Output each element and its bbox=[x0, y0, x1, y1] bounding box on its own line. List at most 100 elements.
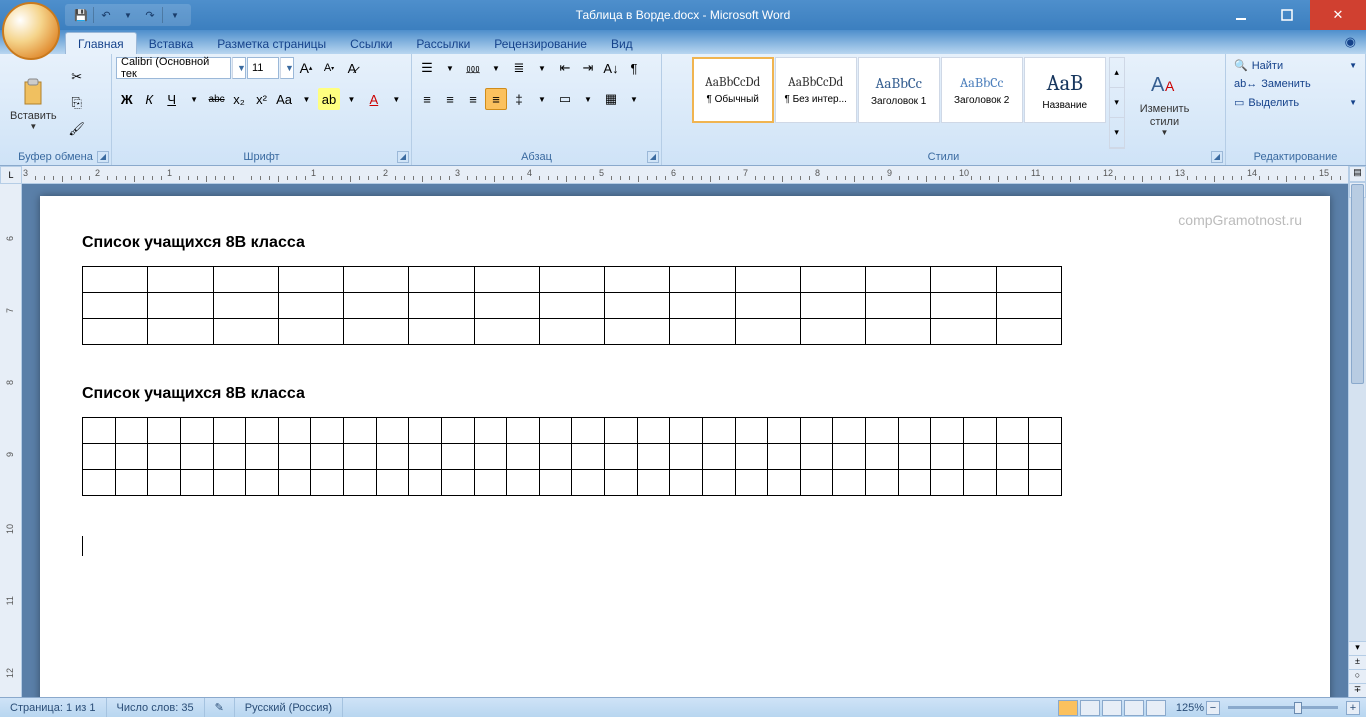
table-cell[interactable] bbox=[539, 319, 604, 345]
table-cell[interactable] bbox=[539, 418, 572, 444]
table-cell[interactable] bbox=[474, 319, 539, 345]
table-cell[interactable] bbox=[735, 319, 800, 345]
table-cell[interactable] bbox=[735, 444, 768, 470]
font-size-arrow[interactable]: ▼ bbox=[280, 57, 294, 79]
status-proofing-icon[interactable]: ✎ bbox=[205, 698, 235, 717]
tab-page-layout[interactable]: Разметка страницы bbox=[205, 33, 338, 54]
cut-button[interactable]: ✂ bbox=[66, 66, 88, 88]
table-cell[interactable] bbox=[702, 444, 735, 470]
table-cell[interactable] bbox=[702, 470, 735, 496]
justify-button[interactable]: ≡ bbox=[485, 88, 507, 110]
paragraph-launcher[interactable]: ◢ bbox=[647, 151, 659, 163]
table-cell[interactable] bbox=[409, 444, 442, 470]
table-cell[interactable] bbox=[148, 293, 213, 319]
table-cell[interactable] bbox=[507, 418, 540, 444]
table-cell[interactable] bbox=[898, 470, 931, 496]
style-item-0[interactable]: AaBbCcDd¶ Обычный bbox=[692, 57, 774, 123]
table-cell[interactable] bbox=[605, 293, 670, 319]
multilevel-button[interactable]: ≣ bbox=[508, 57, 530, 79]
browse-object[interactable]: ○ bbox=[1349, 669, 1366, 683]
table-cell[interactable] bbox=[539, 444, 572, 470]
qat-undo-more[interactable]: ▼ bbox=[118, 6, 138, 24]
table-cell[interactable] bbox=[768, 418, 801, 444]
grow-font-button[interactable]: A▴ bbox=[295, 57, 317, 79]
table-cell[interactable] bbox=[409, 293, 474, 319]
table-cell[interactable] bbox=[605, 267, 670, 293]
align-left-button[interactable]: ≡ bbox=[416, 88, 438, 110]
sort-button[interactable]: A↓ bbox=[600, 57, 622, 79]
table-cell[interactable] bbox=[735, 418, 768, 444]
italic-button[interactable]: К bbox=[138, 88, 159, 110]
table-cell[interactable] bbox=[376, 470, 409, 496]
close-button[interactable]: ✕ bbox=[1310, 0, 1366, 30]
table-cell[interactable] bbox=[278, 470, 311, 496]
scroll-thumb[interactable] bbox=[1351, 184, 1364, 384]
shrink-font-button[interactable]: A▾ bbox=[318, 57, 340, 79]
select-button[interactable]: ▭ Выделить ▼ bbox=[1230, 94, 1361, 111]
font-name-combo[interactable]: Calibri (Основной тек bbox=[116, 57, 231, 79]
table-cell[interactable] bbox=[800, 293, 865, 319]
scroll-down[interactable]: ▾ bbox=[1349, 641, 1366, 655]
table-cell[interactable] bbox=[311, 470, 344, 496]
table-cell[interactable] bbox=[441, 418, 474, 444]
table-cell[interactable] bbox=[931, 293, 996, 319]
table-cell[interactable] bbox=[963, 444, 996, 470]
table-cell[interactable] bbox=[996, 418, 1029, 444]
change-case-button[interactable]: Aa bbox=[273, 88, 294, 110]
zoom-out-button[interactable]: − bbox=[1206, 701, 1220, 715]
strike-button[interactable]: abc bbox=[206, 88, 227, 110]
tab-insert[interactable]: Вставка bbox=[137, 33, 206, 54]
table-cell[interactable] bbox=[539, 293, 604, 319]
table-cell[interactable] bbox=[148, 444, 181, 470]
table-cell[interactable] bbox=[670, 267, 735, 293]
table-cell[interactable] bbox=[572, 470, 605, 496]
line-spacing-button[interactable]: ‡ bbox=[508, 88, 530, 110]
zoom-thumb[interactable] bbox=[1294, 702, 1302, 714]
find-button[interactable]: 🔍 Найти ▼ bbox=[1230, 57, 1361, 74]
qat-save-icon[interactable]: 💾 bbox=[71, 6, 91, 24]
font-color-button[interactable]: A bbox=[363, 88, 384, 110]
table-cell[interactable] bbox=[866, 444, 899, 470]
table-cell[interactable] bbox=[311, 418, 344, 444]
next-page[interactable]: ∓ bbox=[1349, 683, 1366, 697]
table-cell[interactable] bbox=[898, 418, 931, 444]
table-cell[interactable] bbox=[800, 267, 865, 293]
table-cell[interactable] bbox=[605, 444, 638, 470]
table-cell[interactable] bbox=[278, 293, 343, 319]
subscript-button[interactable]: x₂ bbox=[228, 88, 249, 110]
table-cell[interactable] bbox=[572, 444, 605, 470]
table-cell[interactable] bbox=[441, 444, 474, 470]
numbering-button[interactable]: ⅏ bbox=[462, 57, 484, 79]
zoom-slider[interactable] bbox=[1228, 706, 1338, 709]
table-cell[interactable] bbox=[246, 444, 279, 470]
table-cell[interactable] bbox=[376, 444, 409, 470]
office-button[interactable] bbox=[2, 2, 60, 60]
table-cell[interactable] bbox=[344, 444, 377, 470]
copy-button[interactable]: ⎘ bbox=[66, 92, 88, 114]
table-cell[interactable] bbox=[670, 319, 735, 345]
table-cell[interactable] bbox=[670, 470, 703, 496]
clipboard-launcher[interactable]: ◢ bbox=[97, 151, 109, 163]
dec-indent-button[interactable]: ⇤ bbox=[554, 57, 576, 79]
table-cell[interactable] bbox=[409, 319, 474, 345]
table-cell[interactable] bbox=[866, 293, 931, 319]
table-cell[interactable] bbox=[344, 267, 409, 293]
style-item-3[interactable]: AaBbCcЗаголовок 2 bbox=[941, 57, 1023, 123]
table-cell[interactable] bbox=[866, 470, 899, 496]
font-launcher[interactable]: ◢ bbox=[397, 151, 409, 163]
style-item-2[interactable]: AaBbCcЗаголовок 1 bbox=[858, 57, 940, 123]
table-cell[interactable] bbox=[996, 293, 1061, 319]
table-cell[interactable] bbox=[409, 470, 442, 496]
qat-redo-icon[interactable]: ↷ bbox=[140, 6, 160, 24]
font-size-combo[interactable]: 11 bbox=[247, 57, 279, 79]
paste-button[interactable]: Вставить ▼ bbox=[4, 57, 63, 149]
table-cell[interactable] bbox=[148, 418, 181, 444]
table-cell[interactable] bbox=[800, 418, 833, 444]
view-print-layout[interactable] bbox=[1058, 700, 1078, 716]
table-cell[interactable] bbox=[148, 267, 213, 293]
table-cell[interactable] bbox=[931, 319, 996, 345]
table-cell[interactable] bbox=[866, 267, 931, 293]
underline-button[interactable]: Ч bbox=[161, 88, 182, 110]
view-draft[interactable] bbox=[1146, 700, 1166, 716]
table-cell[interactable] bbox=[213, 293, 278, 319]
